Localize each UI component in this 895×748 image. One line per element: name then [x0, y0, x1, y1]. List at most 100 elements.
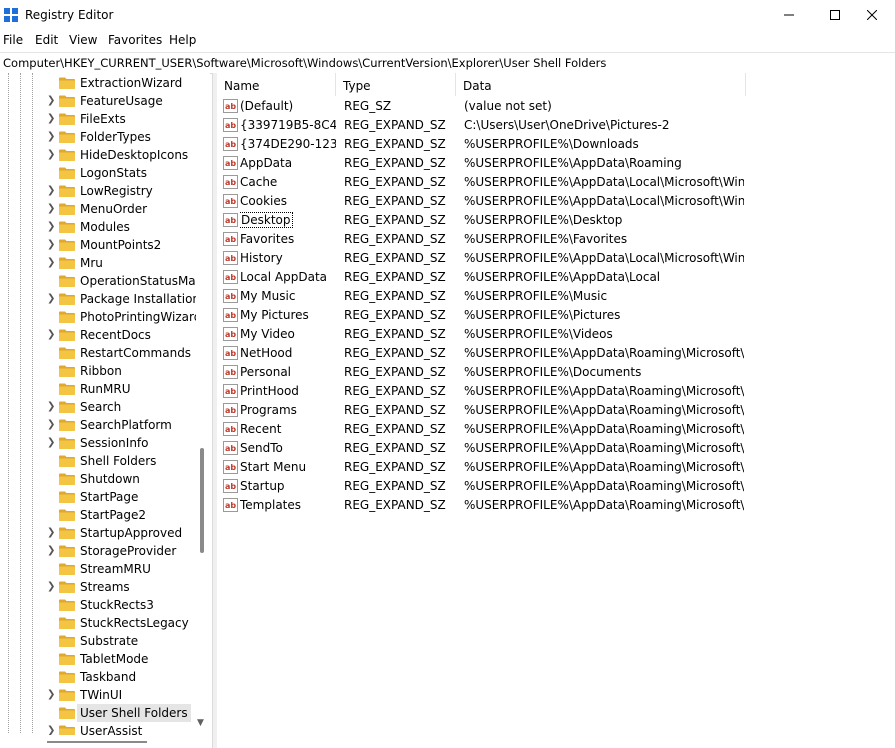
tree-item[interactable]: ❯ LowRegistry: [0, 182, 196, 200]
tree-item[interactable]: ❯ FolderTypes: [0, 128, 196, 146]
tree-item[interactable]: OperationStatusManager: [0, 272, 210, 290]
tree-item[interactable]: StartPage: [0, 488, 196, 506]
value-row[interactable]: ab Favorites REG_EXPAND_SZ %USERPROFILE%\Fa…: [217, 230, 895, 249]
tree-item-label: FileExts: [80, 112, 126, 126]
address-bar[interactable]: Computer\HKEY_CURRENT_USER\Software\Micr…: [0, 52, 895, 74]
chevron-right-icon[interactable]: ❯: [47, 419, 57, 431]
value-name: My Music: [240, 289, 296, 303]
tree-item[interactable]: ❯ Mru: [0, 254, 196, 272]
tree-item[interactable]: ❯ StartupApproved: [0, 524, 196, 542]
tree-item[interactable]: StartPage2: [0, 506, 196, 524]
tree-item[interactable]: ExtractionWizard: [0, 74, 196, 92]
menu-file[interactable]: File: [3, 33, 23, 47]
value-row[interactable]: ab {374DE290-123F... REG_EXPAND_SZ %USERPRO…: [217, 135, 895, 154]
tree-item[interactable]: Shell Folders: [0, 452, 196, 470]
value-row[interactable]: ab {339719B5-8C47... REG_EXPAND_SZ C:\Users…: [217, 116, 895, 135]
value-row[interactable]: ab My Video REG_EXPAND_SZ %USERPROFILE%\Vid…: [217, 325, 895, 344]
chevron-right-icon[interactable]: ❯: [47, 95, 57, 107]
chevron-right-icon[interactable]: ❯: [47, 113, 57, 125]
value-row[interactable]: ab Cache REG_EXPAND_SZ %USERPROFILE%\AppDat…: [217, 173, 895, 192]
tree-item[interactable]: ❯ MenuOrder: [0, 200, 196, 218]
value-row[interactable]: ab Startup REG_EXPAND_SZ %USERPROFILE%\AppD…: [217, 477, 895, 496]
tree-item-label: Shutdown: [80, 472, 140, 486]
folder-icon: [59, 491, 75, 503]
chevron-right-icon[interactable]: ❯: [47, 329, 57, 341]
tree-item[interactable]: ❯ Search: [0, 398, 196, 416]
tree-item[interactable]: ❯ StorageProvider: [0, 542, 196, 560]
tree-item[interactable]: PhotoPrintingWizard: [0, 308, 201, 326]
tree-item[interactable]: StuckRects3: [0, 596, 196, 614]
chevron-right-icon[interactable]: ❯: [47, 581, 57, 593]
tree-item[interactable]: ❯ FeatureUsage: [0, 92, 196, 110]
chevron-right-icon[interactable]: ❯: [47, 257, 57, 269]
chevron-right-icon[interactable]: ❯: [47, 545, 57, 557]
tree-hscroll-thumb[interactable]: [47, 741, 147, 743]
col-type[interactable]: Type: [336, 73, 456, 96]
tree-item[interactable]: ❯ FileExts: [0, 110, 196, 128]
tree-item[interactable]: ❯ Streams: [0, 578, 196, 596]
tree-item[interactable]: ❯ SearchPlatform: [0, 416, 196, 434]
value-row[interactable]: ab Recent REG_EXPAND_SZ %USERPROFILE%\AppDa…: [217, 420, 895, 439]
tree-item[interactable]: StreamMRU: [0, 560, 196, 578]
tree-item[interactable]: ❯ Modules: [0, 218, 196, 236]
tree-item[interactable]: RestartCommands: [0, 344, 196, 362]
value-row[interactable]: ab SendTo REG_EXPAND_SZ %USERPROFILE%\AppDa…: [217, 439, 895, 458]
value-row[interactable]: ab Programs REG_EXPAND_SZ %USERPROFILE%\App…: [217, 401, 895, 420]
tree-item[interactable]: ❯ Package Installation: [0, 290, 200, 308]
tree-item[interactable]: Taskband: [0, 668, 196, 686]
value-row[interactable]: ab Local AppData REG_EXPAND_SZ %USERPROFILE…: [217, 268, 895, 287]
value-row[interactable]: ab (Default) REG_SZ (value not set): [217, 97, 895, 116]
value-row[interactable]: ab PrintHood REG_EXPAND_SZ %USERPROFILE%\Ap…: [217, 382, 895, 401]
tree-item[interactable]: ❯ MountPoints2: [0, 236, 196, 254]
folder-icon: [59, 419, 75, 431]
chevron-right-icon[interactable]: ❯: [47, 221, 57, 233]
chevron-right-icon[interactable]: ❯: [47, 239, 57, 251]
menu-view[interactable]: View: [69, 33, 97, 47]
value-row[interactable]: ab AppData REG_EXPAND_SZ %USERPROFILE%\AppD…: [217, 154, 895, 173]
value-row[interactable]: ab NetHood REG_EXPAND_SZ %USERPROFILE%\AppD…: [217, 344, 895, 363]
chevron-right-icon[interactable]: ❯: [47, 149, 57, 161]
tree-item[interactable]: LogonStats: [0, 164, 196, 182]
tree-horizontal-scrollbar[interactable]: [0, 735, 196, 748]
chevron-right-icon[interactable]: ❯: [47, 203, 57, 215]
col-name[interactable]: Name: [217, 73, 336, 96]
tree-vertical-scrollbar[interactable]: ▼: [196, 73, 210, 735]
menu-favorites[interactable]: Favorites: [108, 33, 162, 47]
chevron-right-icon[interactable]: ❯: [47, 131, 57, 143]
tree-item[interactable]: Ribbon: [0, 362, 196, 380]
tree-item[interactable]: Substrate: [0, 632, 196, 650]
value-row[interactable]: ab Templates REG_EXPAND_SZ %USERPROFILE%\Ap…: [217, 496, 895, 515]
value-type: REG_EXPAND_SZ: [344, 213, 446, 227]
chevron-right-icon[interactable]: ❯: [47, 689, 57, 701]
tree-item[interactable]: RunMRU: [0, 380, 196, 398]
tree-item[interactable]: ❯ SessionInfo: [0, 434, 196, 452]
close-button[interactable]: [849, 0, 895, 30]
chevron-right-icon[interactable]: ❯: [47, 527, 57, 539]
value-row[interactable]: ab Personal REG_EXPAND_SZ %USERPROFILE%\Doc…: [217, 363, 895, 382]
tree-item[interactable]: ❯ RecentDocs: [0, 326, 196, 344]
value-type: REG_EXPAND_SZ: [344, 346, 446, 360]
chevron-right-icon[interactable]: ❯: [47, 185, 57, 197]
value-row[interactable]: ab My Pictures REG_EXPAND_SZ %USERPROFILE%\…: [217, 306, 895, 325]
scroll-down-arrow-icon[interactable]: ▼: [197, 718, 204, 728]
value-row[interactable]: ab Cookies REG_EXPAND_SZ %USERPROFILE%\AppD…: [217, 192, 895, 211]
minimize-button[interactable]: [766, 0, 812, 30]
value-row[interactable]: ab Desktop REG_EXPAND_SZ %USERPROFILE%\Desk…: [217, 211, 895, 230]
tree-item[interactable]: Shutdown: [0, 470, 196, 488]
value-row[interactable]: ab Start Menu REG_EXPAND_SZ %USERPROFILE%\A…: [217, 458, 895, 477]
tree-item[interactable]: ❯ TWinUI: [0, 686, 196, 704]
menu-edit[interactable]: Edit: [35, 33, 58, 47]
col-data[interactable]: Data: [456, 73, 746, 96]
tree-item[interactable]: StuckRectsLegacy: [0, 614, 196, 632]
tree-item[interactable]: TabletMode: [0, 650, 196, 668]
value-row[interactable]: ab History REG_EXPAND_SZ %USERPROFILE%\AppD…: [217, 249, 895, 268]
chevron-right-icon[interactable]: ❯: [47, 437, 57, 449]
menu-help[interactable]: Help: [169, 33, 196, 47]
value-row[interactable]: ab My Music REG_EXPAND_SZ %USERPROFILE%\Mus…: [217, 287, 895, 306]
tree-scroll-thumb[interactable]: [200, 448, 204, 553]
tree-item[interactable]: User Shell Folders: [0, 704, 196, 722]
tree-item-label: MountPoints2: [80, 238, 162, 252]
tree-item[interactable]: ❯ HideDesktopIcons: [0, 146, 196, 164]
chevron-right-icon[interactable]: ❯: [47, 293, 57, 305]
chevron-right-icon[interactable]: ❯: [47, 401, 57, 413]
